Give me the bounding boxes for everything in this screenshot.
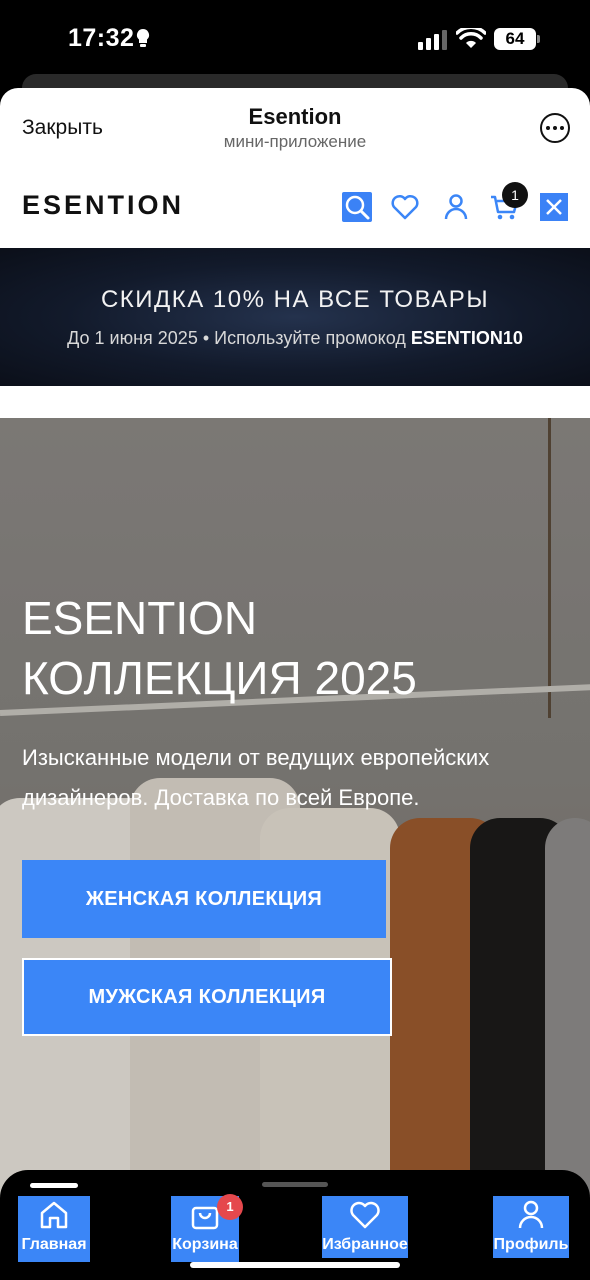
cellular-signal-icon bbox=[418, 30, 447, 50]
nav-label-cart: Корзина bbox=[172, 1236, 238, 1253]
hero-section: ESENTION КОЛЛЕКЦИЯ 2025 Изысканные модел… bbox=[0, 418, 590, 1198]
nav-item-favorites[interactable]: Избранное bbox=[322, 1196, 408, 1258]
mini-app-header: Закрыть Esention мини-приложение bbox=[0, 88, 590, 166]
mini-app-title: Esention bbox=[248, 104, 342, 129]
nav-drag-handle[interactable] bbox=[262, 1182, 328, 1187]
search-icon[interactable] bbox=[342, 192, 372, 222]
lightbulb-icon bbox=[136, 28, 150, 47]
home-icon bbox=[40, 1201, 68, 1229]
hero-title-line2: КОЛЛЕКЦИЯ 2025 bbox=[22, 652, 417, 704]
close-menu-icon[interactable] bbox=[540, 193, 568, 221]
mini-app-sheet: Закрыть Esention мини-приложение ESENTIO… bbox=[0, 88, 590, 1280]
active-tab-indicator bbox=[30, 1183, 78, 1188]
nav-item-profile[interactable]: Профиль bbox=[493, 1196, 569, 1258]
hero-description: Изысканные модели от ведущих европейских… bbox=[22, 745, 490, 810]
promo-code: ESENTION10 bbox=[410, 328, 523, 348]
battery-indicator: 64 bbox=[494, 28, 536, 50]
battery-tip bbox=[537, 35, 540, 43]
promo-subtitle: До 1 июня 2025 • Используйте промокод ES… bbox=[0, 328, 590, 349]
hero-title-line1: ESENTION bbox=[22, 592, 258, 644]
mini-app-subtitle: мини-приложение bbox=[223, 132, 367, 151]
status-bar: 17:32 64 bbox=[0, 0, 590, 80]
hero-title: ESENTION КОЛЛЕКЦИЯ 2025 bbox=[22, 588, 417, 708]
status-time: 17:32 bbox=[68, 24, 135, 52]
women-collection-button[interactable]: ЖЕНСКАЯ КОЛЛЕКЦИЯ bbox=[22, 860, 386, 938]
wifi-icon bbox=[456, 28, 486, 48]
nav-label-home: Главная bbox=[21, 1236, 87, 1253]
nav-label-favorites: Избранное bbox=[322, 1236, 408, 1253]
user-icon[interactable] bbox=[441, 192, 471, 222]
promo-banner: СКИДКА 10% НА ВСЕ ТОВАРЫ До 1 июня 2025 … bbox=[0, 248, 590, 386]
men-collection-button[interactable]: МУЖСКАЯ КОЛЛЕКЦИЯ bbox=[22, 958, 392, 1036]
heart-icon bbox=[350, 1201, 380, 1229]
promo-title: СКИДКА 10% НА ВСЕ ТОВАРЫ bbox=[100, 286, 490, 313]
promo-subtitle-text: До 1 июня 2025 • Используйте промокод bbox=[67, 328, 411, 348]
cart-count-badge: 1 bbox=[502, 182, 528, 208]
user-icon bbox=[518, 1200, 544, 1229]
nav-label-profile: Профиль bbox=[493, 1236, 569, 1253]
cart-badge: 1 bbox=[217, 1194, 243, 1220]
site-logo[interactable]: ESENTION bbox=[22, 190, 184, 221]
nav-item-home[interactable]: Главная bbox=[18, 1196, 90, 1262]
home-indicator[interactable] bbox=[190, 1262, 400, 1268]
more-options-button[interactable] bbox=[540, 113, 570, 143]
heart-icon[interactable] bbox=[390, 192, 420, 222]
